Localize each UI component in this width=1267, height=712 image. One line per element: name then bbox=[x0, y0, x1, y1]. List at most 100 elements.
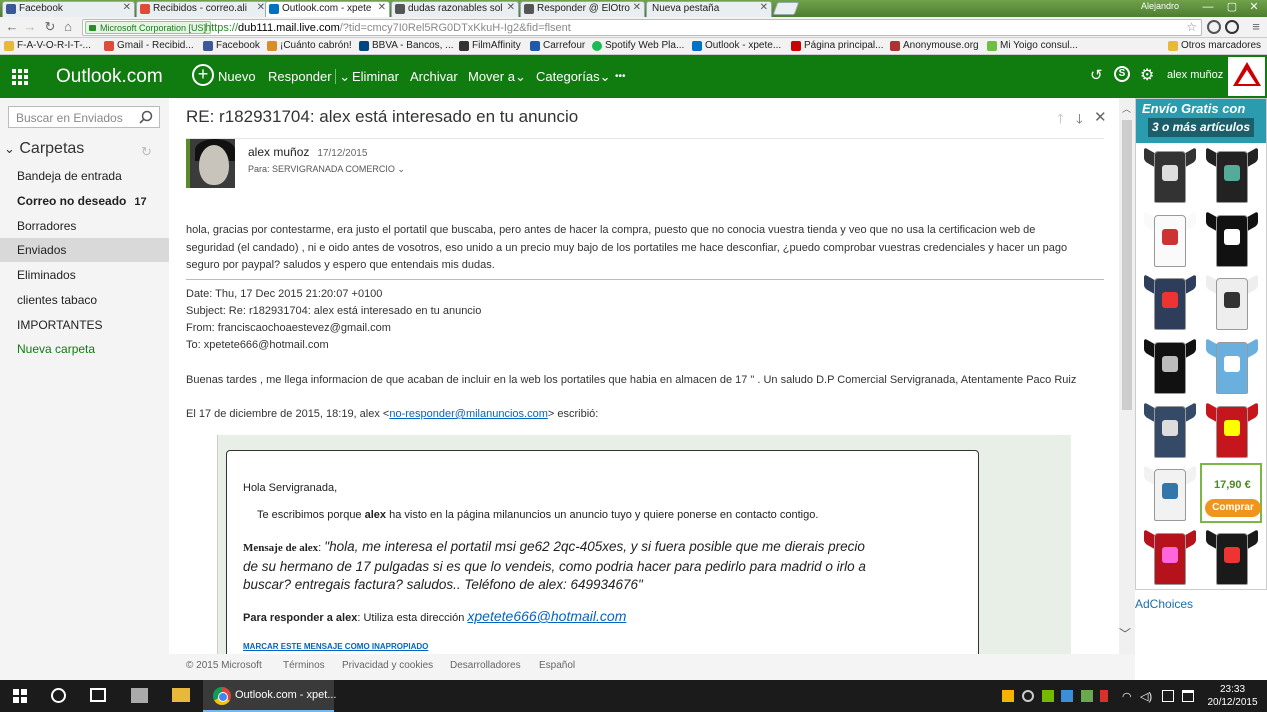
skype-icon[interactable]: S bbox=[1114, 66, 1130, 82]
bookmark-spotify[interactable]: Spotify Web Pla... bbox=[592, 40, 684, 51]
forward-icon[interactable]: → bbox=[22, 19, 38, 35]
chevron-down-icon[interactable]: ⌄ bbox=[335, 69, 351, 84]
reload-icon[interactable]: ↻ bbox=[42, 19, 58, 35]
close-icon[interactable]: ✕ bbox=[257, 2, 265, 13]
advertisement[interactable]: Envío Gratis con 3 o más artículos 17,90… bbox=[1135, 98, 1267, 590]
security-badge[interactable]: Microsoft Corporation [US] bbox=[85, 21, 212, 34]
menu-icon[interactable]: ≡ bbox=[1248, 19, 1264, 35]
file-explorer-icon[interactable] bbox=[172, 688, 190, 702]
nvidia-icon[interactable] bbox=[1042, 690, 1054, 702]
bookmark-pagina-principal[interactable]: Página principal... bbox=[791, 40, 884, 51]
bookmark-anonymouse[interactable]: Anonymouse.org bbox=[890, 40, 979, 51]
developers-link[interactable]: Desarrolladores bbox=[450, 660, 521, 671]
notifications-icon[interactable] bbox=[1182, 690, 1194, 702]
tshirt-product[interactable] bbox=[1144, 336, 1196, 394]
tab-facebook[interactable]: Facebook ✕ bbox=[2, 1, 135, 17]
tshirt-product[interactable] bbox=[1144, 463, 1196, 521]
gear-icon[interactable]: ⚙ bbox=[1140, 65, 1154, 85]
bookmark-bbva[interactable]: BBVA - Bancos, ... bbox=[359, 40, 454, 51]
windows-start-icon[interactable] bbox=[13, 689, 27, 703]
folder-clientes-tabaco[interactable]: clientes tabaco bbox=[0, 288, 169, 312]
folder-importantes[interactable]: IMPORTANTES bbox=[0, 313, 169, 337]
tshirt-product[interactable] bbox=[1206, 145, 1258, 203]
terms-link[interactable]: Términos bbox=[283, 660, 325, 671]
sender-photo[interactable] bbox=[186, 139, 235, 188]
tshirt-product[interactable] bbox=[1144, 400, 1196, 458]
volume-icon[interactable]: ◁) bbox=[1140, 690, 1152, 703]
move-to-button[interactable]: Mover a⌄ bbox=[468, 69, 526, 85]
new-folder-link[interactable]: Nueva carpeta bbox=[0, 337, 169, 361]
bookmark-carrefour[interactable]: Carrefour bbox=[530, 40, 585, 51]
folder-sent[interactable]: Enviados bbox=[0, 238, 169, 262]
back-icon[interactable]: ← bbox=[4, 19, 20, 35]
folder-deleted[interactable]: Eliminados bbox=[0, 263, 169, 287]
tshirt-product[interactable] bbox=[1206, 400, 1258, 458]
cortana-icon[interactable] bbox=[51, 688, 66, 703]
bookmark-gmail[interactable]: Gmail - Recibid... bbox=[104, 40, 194, 51]
network-app-icon[interactable] bbox=[1061, 690, 1073, 702]
categories-button[interactable]: Categorías⌄ bbox=[536, 69, 611, 85]
scroll-up-icon[interactable]: ︿ bbox=[1122, 102, 1131, 115]
avatar[interactable] bbox=[1226, 55, 1267, 98]
undo-icon[interactable]: ↺ bbox=[1090, 66, 1103, 84]
new-tab-button[interactable] bbox=[772, 2, 800, 15]
tab-dudas[interactable]: dudas razonables sol ✕ bbox=[391, 1, 519, 17]
extension-icon[interactable] bbox=[1207, 20, 1221, 34]
tshirt-product[interactable] bbox=[1144, 272, 1196, 330]
report-inappropriate-link[interactable]: MARCAR ESTE MENSAJE COMO INAPROPIADO bbox=[243, 642, 428, 651]
tshirt-product[interactable] bbox=[1144, 209, 1196, 267]
tab-outlook[interactable]: Outlook.com - xpete ✕ bbox=[265, 1, 390, 17]
sender-name[interactable]: alex muñoz bbox=[248, 145, 309, 159]
folder-drafts[interactable]: Borradores bbox=[0, 214, 169, 238]
arrow-up-icon[interactable]: 🡑 bbox=[1057, 110, 1064, 132]
window-close-icon[interactable]: ✕ bbox=[1243, 0, 1265, 14]
tab-responder[interactable]: Responder @ ElOtro ✕ bbox=[520, 1, 645, 17]
profile-name[interactable]: Alejandro bbox=[1141, 1, 1179, 11]
tab-gmail[interactable]: Recibidos - correo.ali ✕ bbox=[136, 1, 269, 17]
tshirt-product[interactable] bbox=[1144, 145, 1196, 203]
bookmark-star-icon[interactable]: ☆ bbox=[1186, 20, 1197, 34]
bookmark-folder-otros[interactable]: Otros marcadores bbox=[1168, 40, 1261, 51]
bookmark-folder-favoritos[interactable]: F-A-V-O-R-I-T-... bbox=[4, 40, 91, 51]
tab-new[interactable]: Nueva pestaña ✕ bbox=[646, 1, 772, 17]
reading-pane-scrollbar[interactable]: ︿ bbox=[1119, 98, 1135, 654]
tshirt-product[interactable] bbox=[1206, 209, 1258, 267]
archive-button[interactable]: Archivar bbox=[410, 69, 458, 84]
user-name[interactable]: alex muñoz bbox=[1167, 69, 1223, 81]
tshirt-product[interactable] bbox=[1206, 336, 1258, 394]
bookmark-yoigo[interactable]: Mi Yoigo consul... bbox=[987, 40, 1078, 51]
tshirt-product[interactable] bbox=[1144, 527, 1196, 585]
new-button[interactable]: Nuevo bbox=[218, 69, 256, 84]
bookmark-filmaffinity[interactable]: FilmAffinity bbox=[459, 40, 521, 51]
clock[interactable]: 23:33 20/12/2015 bbox=[1205, 683, 1260, 709]
sync-icon[interactable] bbox=[1022, 690, 1034, 702]
bookmark-cuanto-cabron[interactable]: ¡Cuánto cabrón! bbox=[267, 40, 352, 51]
tshirt-product[interactable] bbox=[1206, 272, 1258, 330]
plus-icon[interactable]: + bbox=[192, 64, 214, 86]
tray-red-icon[interactable] bbox=[1100, 690, 1108, 702]
adchoices-link[interactable]: AdChoices bbox=[1135, 597, 1193, 611]
taskbar-chrome-app[interactable]: Outlook.com - xpet... bbox=[203, 680, 336, 712]
bookmark-facebook[interactable]: Facebook bbox=[203, 40, 260, 51]
power-extension-icon[interactable] bbox=[1225, 20, 1239, 34]
quote-email-link[interactable]: no-responder@milanuncios.com bbox=[389, 408, 548, 420]
privacy-link[interactable]: Privacidad y cookies bbox=[342, 660, 433, 671]
search-input[interactable]: Buscar en Enviados bbox=[8, 106, 160, 128]
tshirt-product[interactable] bbox=[1206, 527, 1258, 585]
url-bar[interactable]: Microsoft Corporation [US] https://dub11… bbox=[82, 19, 1202, 36]
refresh-icon[interactable]: ↻ bbox=[141, 144, 152, 160]
delete-button[interactable]: Eliminar bbox=[352, 69, 399, 84]
price-box[interactable]: 17,90 € Comprar bbox=[1200, 463, 1262, 523]
maximize-icon[interactable]: ▢ bbox=[1221, 0, 1243, 14]
arrow-down-icon[interactable]: 🡓 bbox=[1076, 110, 1083, 132]
close-icon[interactable]: ✕ bbox=[1094, 108, 1107, 126]
task-view-icon[interactable] bbox=[90, 688, 106, 702]
home-icon[interactable]: ⌂ bbox=[60, 19, 76, 35]
reply-button[interactable]: Responder ⌄ bbox=[268, 69, 351, 85]
quoted-reply-email[interactable]: xpetete666@hotmail.com bbox=[467, 608, 626, 624]
folders-header[interactable]: ⌄ Carpetas bbox=[4, 140, 84, 158]
close-icon[interactable]: ✕ bbox=[123, 2, 131, 13]
buy-button[interactable]: Comprar bbox=[1205, 499, 1261, 517]
outlook-logo[interactable]: Outlook.com bbox=[56, 66, 163, 88]
more-options-icon[interactable]: ••• bbox=[615, 71, 626, 82]
